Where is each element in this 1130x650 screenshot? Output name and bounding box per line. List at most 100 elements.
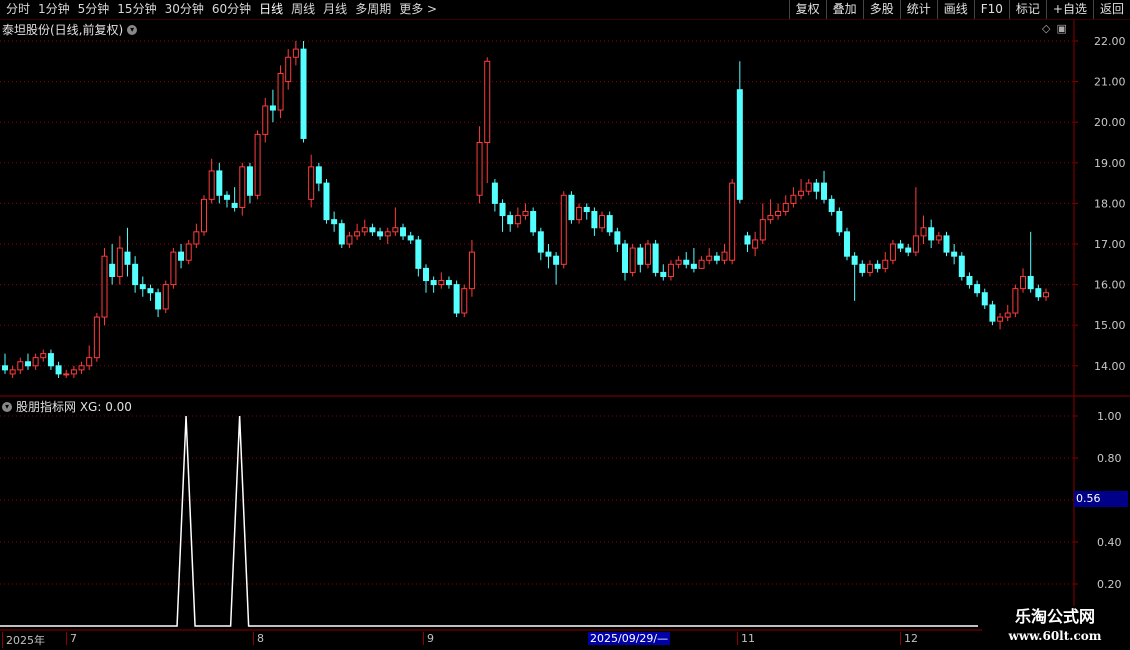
candle-body — [721, 251, 728, 261]
candle-body — [1012, 288, 1019, 314]
diamond-icon[interactable]: ◇ — [1042, 22, 1050, 35]
candle-body — [93, 316, 100, 359]
candle-body — [805, 182, 812, 192]
candle-body — [445, 280, 452, 286]
candle-body — [201, 198, 208, 233]
candle-body — [821, 182, 828, 200]
candle-body — [576, 206, 583, 221]
candle-body — [170, 251, 177, 286]
candle-body — [752, 239, 759, 249]
candle-body — [208, 170, 215, 200]
candle-body — [920, 227, 927, 237]
candle-body — [813, 182, 820, 192]
candle-body — [109, 263, 116, 277]
candle-body — [285, 56, 292, 83]
candle-body — [369, 227, 376, 233]
candle-body — [583, 206, 590, 213]
candle-body — [1035, 288, 1042, 298]
candle-body — [231, 202, 238, 208]
candle-body — [775, 211, 782, 217]
candle-body — [560, 194, 567, 265]
candle-body — [2, 365, 8, 371]
candle-body — [476, 142, 483, 196]
candle-body — [974, 284, 981, 294]
candle-body — [599, 215, 606, 229]
watermark-title: 乐淘公式网 — [1014, 607, 1095, 626]
stock-chart-canvas[interactable]: 22.00 21.00 20.00 19.00 18.00 17.00 16.00 15.00… — [0, 0, 1130, 650]
candle-body — [629, 247, 636, 273]
candle-body — [269, 105, 276, 111]
indicator-tick-label: 0.40 — [1097, 536, 1122, 549]
candle-body — [338, 223, 345, 245]
candle-body — [928, 227, 935, 241]
candle-body — [9, 369, 16, 375]
candle-body — [361, 227, 368, 233]
candle-body — [415, 239, 422, 269]
candle-body — [897, 243, 904, 249]
candle-body — [453, 284, 460, 314]
candle-body — [499, 202, 506, 217]
candle-body — [139, 284, 146, 290]
candle-body — [392, 227, 399, 233]
candle-body — [698, 259, 705, 269]
candle-body — [782, 202, 789, 213]
candle-body — [736, 89, 743, 200]
date-label: 12 — [900, 632, 918, 645]
candle-body — [530, 211, 537, 233]
candle-body — [323, 182, 330, 221]
date-label: 8 — [253, 632, 264, 645]
candle-body — [223, 194, 230, 200]
candle-body — [277, 72, 284, 111]
chart-title: 泰坦股份(日线,前复权) ▾ — [2, 21, 138, 38]
candle-body — [859, 263, 866, 273]
candle-body — [935, 235, 942, 241]
price-tick-label: 18.00 — [1094, 197, 1126, 210]
candle-body — [568, 194, 575, 221]
chevron-down-icon[interactable]: ▾ — [127, 24, 138, 35]
price-tick-label: 22.00 — [1094, 35, 1126, 48]
candle-body — [63, 373, 70, 376]
indicator-title: ▾ 股朋指标网 XG: 0.00 — [2, 398, 132, 415]
candle-body — [468, 251, 475, 290]
candle-body — [254, 133, 261, 196]
candle-body — [147, 288, 154, 294]
window-icon[interactable]: ▣ — [1056, 22, 1066, 35]
candle-body — [246, 166, 253, 196]
candle-body — [997, 316, 1004, 322]
candle-body — [966, 275, 973, 286]
chevron-down-icon[interactable]: ▾ — [2, 401, 12, 412]
candle-body — [1043, 292, 1049, 298]
date-axis: 2025年 7 8 9 2025/09/29/— 11 12 — [0, 631, 980, 650]
candle-body — [1020, 275, 1027, 290]
price-tick-label: 14.00 — [1094, 360, 1126, 373]
candle-body — [828, 198, 835, 213]
candle-body — [193, 231, 200, 245]
candle-body — [162, 284, 169, 310]
candle-body — [346, 235, 353, 245]
candle-body — [851, 255, 858, 265]
candle-body — [553, 255, 560, 265]
price-tick-label: 19.00 — [1094, 157, 1126, 170]
candle-body — [545, 251, 552, 257]
indicator-tick-label: 0.20 — [1097, 578, 1122, 591]
candle-body — [951, 251, 958, 257]
candle-body — [591, 211, 598, 229]
candle-body — [798, 190, 805, 196]
candle-body — [55, 365, 62, 375]
date-label: 2025年 — [2, 632, 45, 648]
watermark-url: www.60lt.com — [1008, 629, 1102, 643]
candle-body — [315, 166, 322, 184]
date-label: 7 — [66, 632, 77, 645]
candle-body — [461, 288, 468, 314]
candle-body — [843, 231, 850, 257]
candle-body — [675, 259, 682, 265]
candle-body — [32, 357, 39, 367]
candle-body — [70, 369, 77, 375]
candle-body — [522, 211, 529, 217]
candle-body — [155, 292, 162, 310]
candle-body — [185, 243, 192, 261]
candle-body — [767, 215, 774, 221]
candle-body — [744, 235, 751, 245]
date-label: 11 — [737, 632, 755, 645]
indicator-tick-label: 0.80 — [1097, 452, 1122, 465]
